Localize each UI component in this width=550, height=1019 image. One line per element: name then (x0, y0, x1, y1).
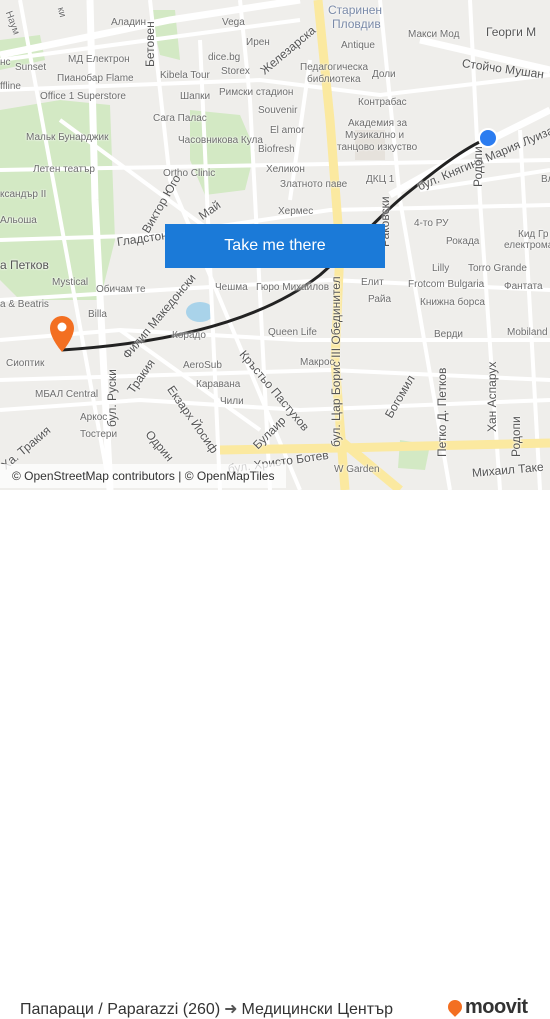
moovit-logo: moovit (445, 996, 528, 1019)
poi-label: Souvenir (258, 105, 298, 116)
street-label: бул. Цар Борис III Обединител (329, 276, 343, 447)
take-me-there-button[interactable]: Take me there (165, 224, 385, 268)
street-label: Петко Д. Петков (435, 367, 449, 457)
poi-label: Верди (434, 329, 463, 340)
poi-label: Mystical (52, 277, 89, 288)
street-label: Хан Аспарух (485, 361, 499, 432)
poi-label: Хермес (278, 206, 314, 217)
poi-label: Чили (220, 396, 244, 407)
poi-label: а & Beatris (0, 299, 49, 310)
poi-label: Часовникова Кула (178, 135, 263, 146)
poi-label: Римски стадион (219, 87, 294, 98)
poi-label: Контрабас (358, 97, 407, 108)
poi-label: Музикално и (345, 130, 405, 141)
poi-label: Billa (88, 309, 107, 320)
origin-marker (50, 316, 74, 352)
poi-label: W Garden (334, 464, 380, 475)
poi-label: Queen Life (268, 327, 317, 338)
poi-label: Torro Grande (468, 263, 527, 274)
poi-label: Альоша (0, 215, 37, 226)
poi-label: Корадо (172, 330, 206, 341)
poi-label: МБАЛ Central (35, 389, 99, 400)
poi-label: Райа (368, 294, 392, 305)
route-summary: Папараци / Paparazzi (260) ➜ Медицински Це… (20, 999, 393, 1019)
map-attribution[interactable]: © OpenStreetMap contributors | © OpenMap… (0, 464, 287, 488)
poi-label: Ирен (246, 37, 270, 48)
poi-label: Книжна борса (420, 297, 485, 308)
district-label: Старинен (328, 3, 383, 17)
poi-label: Кид Гр (518, 229, 549, 240)
poi-label: ffline (0, 81, 21, 92)
poi-label: библиотека (307, 74, 361, 85)
street-label: Родопи (471, 146, 485, 187)
arrow-right-icon: ➜ (224, 1001, 238, 1018)
poi-label: електрома (504, 240, 550, 251)
poi-label: Sunset (15, 62, 47, 73)
destination-marker (478, 128, 498, 148)
poi-label: Storex (221, 66, 250, 77)
poi-label: Lilly (432, 263, 450, 274)
poi-label: Елит (361, 277, 384, 288)
poi-label: Летен театър (33, 164, 95, 175)
poi-label: Доли (372, 69, 396, 80)
poi-label: Mobiland (507, 327, 548, 338)
poi-label: Antique (341, 40, 375, 51)
poi-label: Вл (541, 174, 550, 185)
poi-label: Хеликон (266, 164, 305, 175)
poi-label: ДКЦ 1 (366, 174, 395, 185)
poi-label: Сага Палас (153, 113, 207, 124)
poi-label: Гюро Михайлов (256, 282, 330, 293)
poi-label: Обичам те (96, 284, 146, 295)
poi-label: Тостери (80, 429, 118, 440)
poi-label: Рокада (446, 236, 480, 247)
poi-label: Biofresh (258, 144, 295, 155)
origin-stop: Папараци / Paparazzi (260) (20, 1001, 221, 1018)
poi-label: Макси Мод (408, 29, 460, 40)
poi-label: Vega (222, 17, 245, 28)
poi-label: Пианобар Flame (57, 73, 134, 84)
poi-label: Frotcom Bulgaria (408, 279, 485, 290)
poi-label: Шапки (180, 91, 211, 102)
poi-label: AeroSub (183, 360, 222, 371)
street-label: Бетовен (143, 21, 157, 67)
brand-name: moovit (465, 996, 528, 1018)
poi-label: Аладин (111, 17, 147, 28)
poi-label: Office 1 Superstore (40, 91, 126, 102)
footer: Папараци / Paparazzi (260) ➜ Медицински Це… (0, 490, 550, 1018)
poi-label: dice.bg (208, 52, 241, 63)
poi-label: Kibela Tour (160, 70, 210, 81)
destination-stop: Медицински Център (241, 1001, 393, 1018)
poi-label: Аркос (80, 412, 108, 423)
poi-label: МД Електрон (68, 54, 130, 65)
district-label: Пловдив (332, 17, 381, 31)
poi-label: Фантата (504, 281, 543, 292)
poi-label: танцово изкуство (337, 142, 418, 153)
street-label: бул. Руски (105, 369, 119, 427)
poi-label: Каравана (196, 379, 241, 390)
poi-label: Сиоптик (6, 358, 45, 369)
poi-label: Педагогическа (300, 62, 369, 73)
poi-label: Чешма (215, 282, 248, 293)
poi-label: 4-то РУ (414, 218, 449, 229)
poi-label: Златното паве (280, 179, 348, 190)
street-label: Георги М (486, 25, 537, 39)
poi-label: ксандър II (0, 189, 47, 200)
poi-label: нс (0, 57, 11, 68)
poi-label: Академия за (348, 118, 408, 129)
street-label: Родопи (509, 416, 523, 457)
street-label: а Петков (0, 258, 49, 272)
map[interactable]: Наум ки Аладин Бетовен Vega Ирен Старине… (0, 0, 550, 490)
park-label: Мальк Бунарджик (26, 132, 109, 143)
moovit-pin-icon (445, 997, 465, 1017)
poi-label: El amor (270, 125, 305, 136)
